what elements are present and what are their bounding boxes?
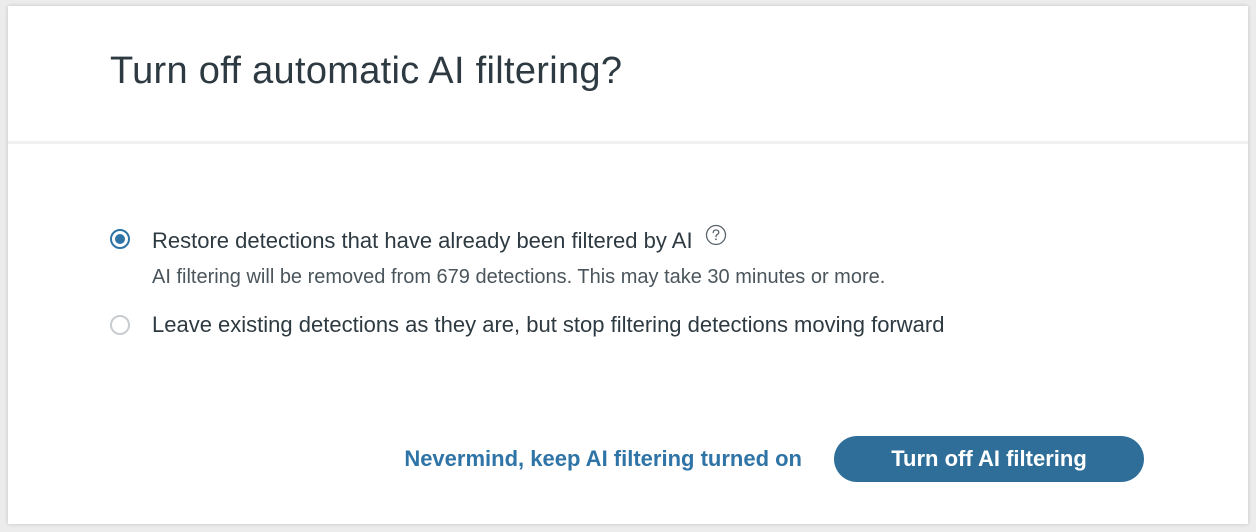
turn-off-ai-filtering-dialog: Turn off automatic AI filtering? Restore… [8, 6, 1248, 524]
radio-leave-existing[interactable] [110, 315, 130, 335]
radio-restore-detections[interactable] [110, 229, 130, 249]
option-restore-detections[interactable]: Restore detections that have already bee… [110, 224, 944, 292]
option-leave-existing[interactable]: Leave existing detections as they are, b… [110, 310, 944, 340]
dialog-title: Turn off automatic AI filtering? [110, 50, 623, 92]
help-circle-icon[interactable] [705, 224, 727, 246]
cancel-button[interactable]: Nevermind, keep AI filtering turned on [404, 446, 802, 472]
option-label: Restore detections that have already bee… [152, 228, 693, 253]
option-description: AI filtering will be removed from 679 de… [152, 266, 886, 288]
radio-group: Restore detections that have already bee… [110, 224, 944, 340]
option-label: Leave existing detections as they are, b… [152, 312, 945, 337]
dialog-header: Turn off automatic AI filtering? [8, 6, 1248, 144]
option-text: Restore detections that have already bee… [152, 224, 885, 292]
dialog-footer: Nevermind, keep AI filtering turned on T… [404, 436, 1144, 482]
turn-off-ai-filtering-button[interactable]: Turn off AI filtering [834, 436, 1144, 482]
option-text: Leave existing detections as they are, b… [152, 310, 944, 340]
